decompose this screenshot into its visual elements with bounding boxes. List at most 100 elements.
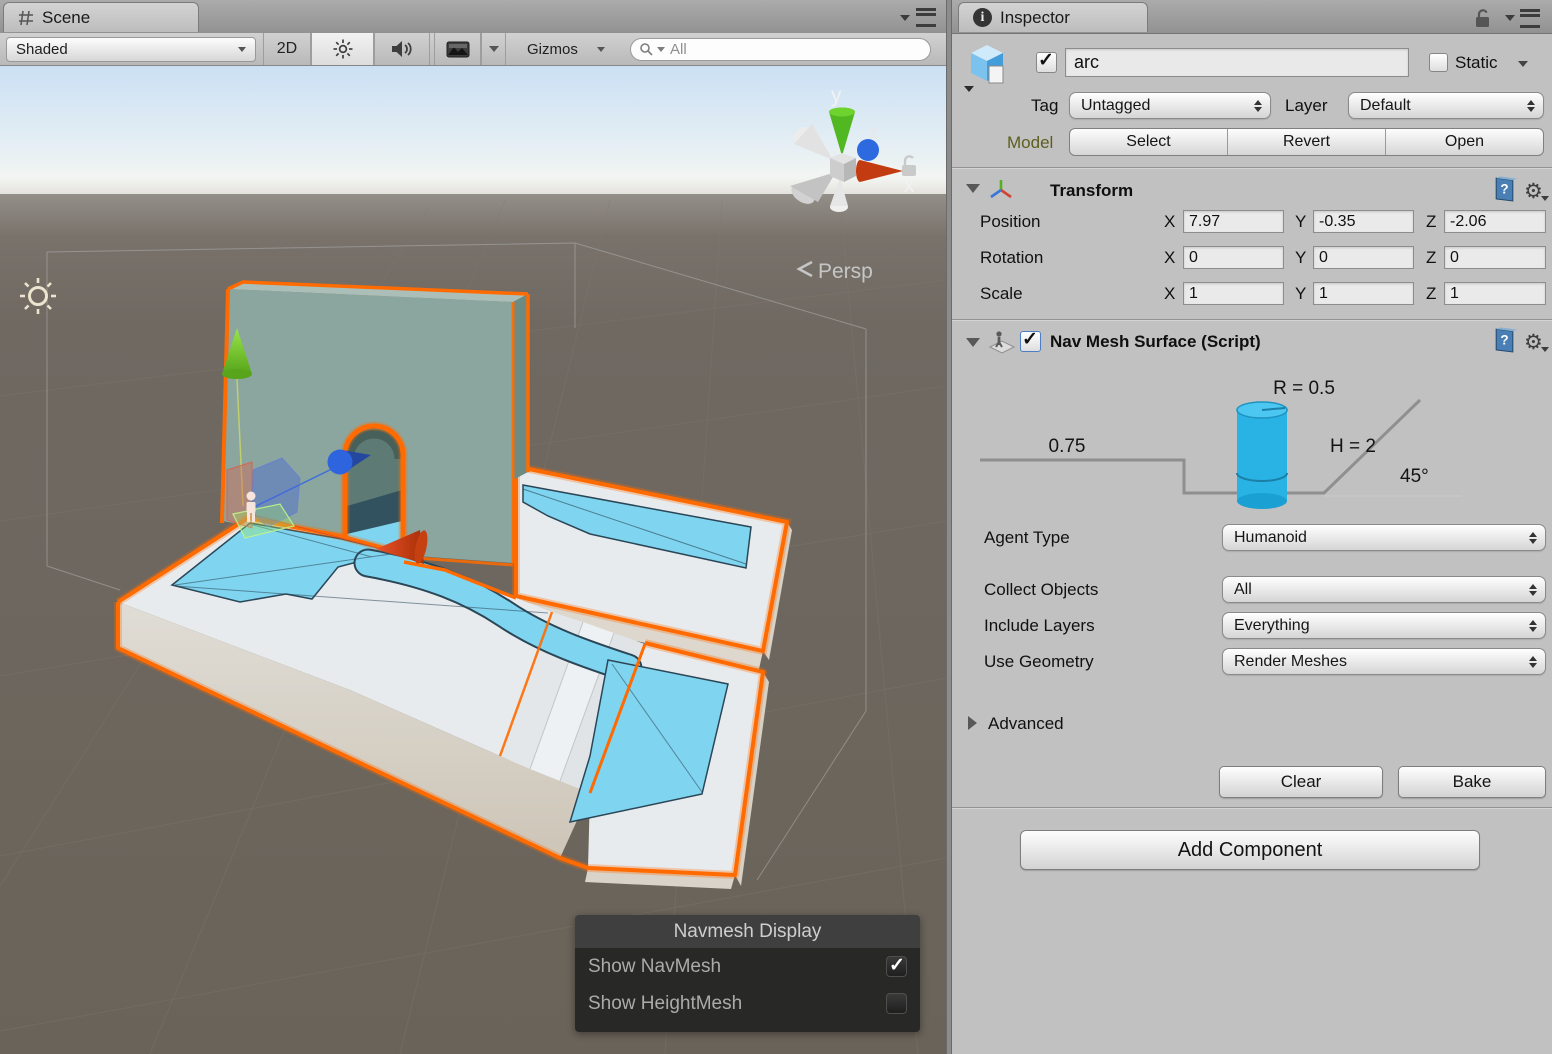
shading-mode-label: Shaded (16, 41, 68, 58)
projection-label[interactable]: Persp (818, 260, 873, 283)
model-revert-button[interactable]: Revert (1228, 129, 1386, 155)
include-layers-label: Include Layers (984, 616, 1095, 635)
use-geometry-dropdown[interactable]: Render Meshes (1222, 648, 1546, 675)
use-geometry-value: Render Meshes (1234, 652, 1347, 670)
panel-dropdown-icon[interactable] (900, 14, 910, 21)
axis-x-label: X (1164, 212, 1176, 231)
layer-value: Default (1360, 96, 1411, 114)
svg-text:?: ? (1500, 333, 1508, 348)
position-label: Position (980, 212, 1041, 231)
navmesh-surface-icon (988, 331, 1016, 354)
lighting-toggle-button[interactable] (311, 33, 374, 65)
model-button-group: Select Revert Open (1069, 128, 1544, 156)
position-y-field[interactable]: -0.35 (1313, 210, 1414, 233)
scale-z-field[interactable]: 1 (1444, 282, 1546, 305)
axis-z-label: Z (1426, 212, 1437, 231)
active-checkbox[interactable] (1036, 49, 1057, 73)
layer-dropdown[interactable]: Default (1348, 92, 1544, 119)
axis-y-label[interactable]: y (831, 84, 842, 107)
gameobject-cube-icon[interactable] (962, 40, 1012, 94)
use-geometry-label: Use Geometry (984, 652, 1094, 671)
search-input[interactable] (668, 40, 902, 59)
effects-dropdown-button[interactable] (481, 33, 506, 65)
chevron-down-icon (597, 47, 605, 52)
diagram-height-label: H = 2 (1330, 436, 1376, 457)
axis-z-label: Z (1426, 248, 1437, 267)
bake-button[interactable]: Bake (1398, 766, 1546, 798)
sun-icon (333, 39, 352, 59)
static-dropdown-icon[interactable] (1518, 61, 1528, 67)
advanced-foldout[interactable] (968, 716, 977, 730)
gear-icon[interactable]: ⚙ (1524, 181, 1549, 202)
navmesh-surface-foldout[interactable] (966, 338, 980, 347)
chevron-down-icon (488, 46, 499, 52)
show-heightmesh-checkbox[interactable] (886, 993, 907, 1014)
static-checkbox[interactable] (1429, 53, 1448, 72)
panel-dropdown-icon (1505, 15, 1515, 21)
inspector-menu[interactable] (1505, 8, 1540, 28)
grid-icon (19, 10, 33, 25)
show-navmesh-checkbox[interactable] (886, 954, 907, 977)
axis-x-label[interactable]: x (904, 174, 915, 197)
navmesh-overlay-title: Navmesh Display (575, 915, 920, 948)
diagram-radius-label: R = 0.5 (1273, 378, 1335, 399)
scene-search-field[interactable] (630, 38, 931, 61)
tab-scene[interactable]: Scene (3, 2, 199, 32)
model-open-button[interactable]: Open (1386, 129, 1543, 155)
scene-panel-menu[interactable] (900, 8, 936, 27)
collect-objects-label: Collect Objects (984, 580, 1099, 599)
rotation-y-field[interactable]: 0 (1313, 246, 1414, 269)
transform-foldout[interactable] (966, 184, 980, 193)
tab-inspector[interactable]: i Inspector (958, 2, 1148, 32)
collect-objects-value: All (1234, 580, 1252, 598)
scale-y-field[interactable]: 1 (1313, 282, 1414, 305)
search-scope-dropdown-icon[interactable] (657, 47, 665, 52)
help-icon[interactable]: ? (1492, 175, 1517, 202)
include-layers-dropdown[interactable]: Everything (1222, 612, 1546, 639)
panel-menu-icon (1520, 8, 1540, 28)
show-heightmesh-row: Show HeightMesh (575, 985, 920, 1022)
axis-z-label: Z (1426, 284, 1437, 303)
2d-label: 2D (276, 40, 298, 57)
info-icon: i (973, 8, 992, 27)
speaker-icon (392, 41, 412, 57)
collect-objects-dropdown[interactable]: All (1222, 576, 1546, 603)
position-x-field[interactable]: 7.97 (1183, 210, 1284, 233)
lock-icon[interactable] (1474, 8, 1491, 28)
agent-type-dropdown[interactable]: Humanoid (1222, 524, 1546, 551)
navmesh-surface-enabled-checkbox[interactable] (1020, 328, 1041, 352)
help-icon[interactable]: ? (1492, 326, 1517, 353)
gear-icon[interactable]: ⚙ (1524, 332, 1549, 353)
scene-viewport[interactable]: y z x Persp (0, 66, 946, 1054)
axis-x-label: X (1164, 284, 1176, 303)
static-label: Static (1455, 53, 1498, 72)
scene-panel: Scene Shaded 2D Gizmos All y z x Persp N… (0, 0, 946, 1054)
tag-dropdown[interactable]: Untagged (1069, 92, 1271, 119)
position-z-field[interactable]: -2.06 (1444, 210, 1546, 233)
axis-x-label: X (1164, 248, 1176, 267)
scale-x-field[interactable]: 1 (1183, 282, 1284, 305)
clear-button[interactable]: Clear (1219, 766, 1383, 798)
agent-type-label: Agent Type (984, 528, 1070, 547)
effects-toggle-button[interactable] (434, 33, 481, 65)
audio-toggle-button[interactable] (374, 33, 430, 65)
axis-y-label: Y (1295, 248, 1307, 267)
rotation-z-field[interactable]: 0 (1444, 246, 1546, 269)
panel-menu-icon[interactable] (916, 8, 936, 27)
model-select-button[interactable]: Select (1070, 129, 1228, 155)
add-component-button[interactable]: Add Component (1020, 830, 1480, 870)
show-heightmesh-label: Show HeightMesh (588, 992, 743, 1014)
unity-editor: Scene Shaded 2D Gizmos All y z x Persp N… (0, 0, 1552, 1054)
toggle-2d-button[interactable]: 2D (263, 33, 311, 65)
inspector-tab-label: Inspector (1000, 7, 1070, 27)
gameobject-name-input[interactable] (1065, 48, 1409, 77)
transform-icon (990, 180, 1012, 199)
diagram-step-label: 0.75 (1049, 436, 1086, 457)
diagram-slope-label: 45° (1400, 466, 1429, 487)
shading-mode-dropdown[interactable]: Shaded (6, 37, 256, 62)
rotation-x-field[interactable]: 0 (1183, 246, 1284, 269)
show-navmesh-row: Show NavMesh (575, 948, 920, 985)
gizmos-dropdown[interactable]: Gizmos (518, 37, 614, 62)
image-icon (446, 41, 469, 57)
search-icon (640, 43, 653, 56)
